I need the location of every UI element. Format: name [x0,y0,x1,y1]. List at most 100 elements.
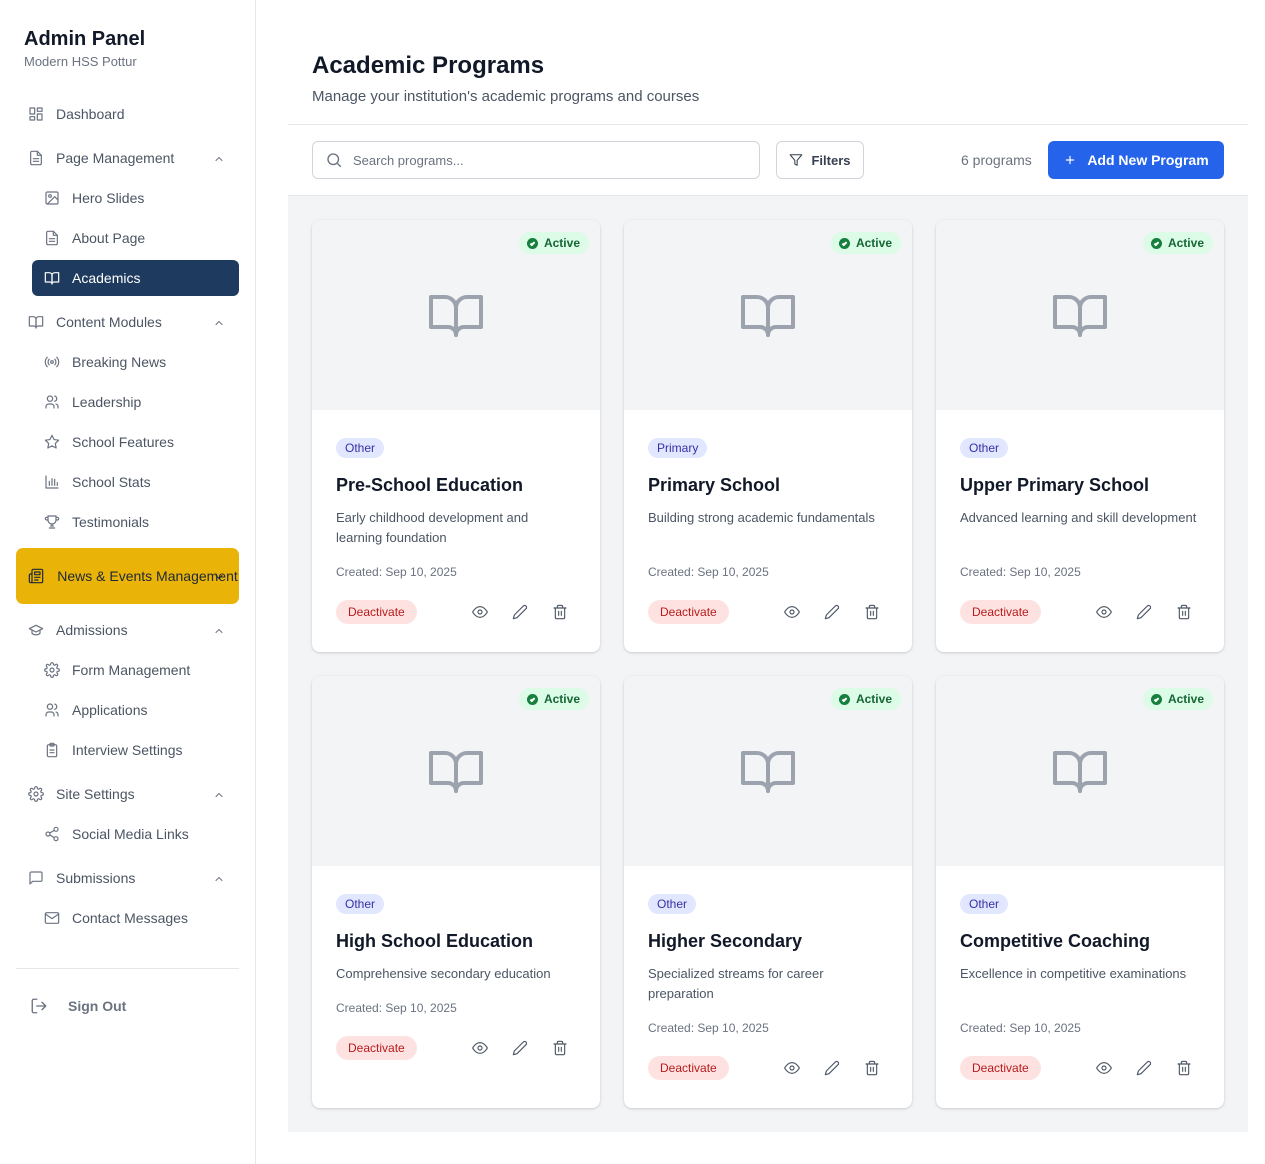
mail-icon [44,910,60,926]
program-count: 6 programs [961,152,1032,168]
message-square-icon [28,870,44,886]
book-open-icon [44,270,60,286]
edit-button[interactable] [510,602,530,622]
sidebar-item-label: Form Management [72,662,191,678]
gear-icon [44,662,60,678]
sidebar-item-content-modules[interactable]: Content Modules [16,304,239,340]
view-button[interactable] [470,1038,490,1058]
delete-button[interactable] [550,602,570,622]
filters-button[interactable]: Filters [776,141,864,179]
eye-icon [784,1062,800,1074]
category-badge: Other [648,894,697,914]
program-description: Comprehensive secondary education [336,966,551,981]
plus-icon [1066,155,1075,165]
sidebar-item-label: Content Modules [56,314,162,330]
program-title: High School Education [336,931,533,951]
sidebar-item-label: Leadership [72,394,142,410]
programs-grid: Active Other Pre-School Education Early … [288,196,1248,1132]
view-button[interactable] [1094,602,1114,622]
eye-icon [784,606,800,618]
trash-icon [1177,1060,1191,1076]
category-badge: Other [960,894,1009,914]
deactivate-button[interactable]: Deactivate [960,600,1041,624]
sidebar-item-news-events[interactable]: News & Events Management [16,548,239,604]
sidebar-item-label: Academics [72,270,141,286]
chevron-up-icon [213,316,225,328]
created-date: Created: Sep 10, 2025 [336,565,457,579]
deactivate-button[interactable]: Deactivate [336,600,417,624]
sidebar-item-label: Applications [72,702,148,718]
sign-out-button[interactable]: Sign Out [24,988,126,1024]
delete-button[interactable] [862,1058,882,1078]
book-open-icon [429,751,483,793]
pencil-icon [512,1040,528,1056]
edit-button[interactable] [822,602,842,622]
book-open-icon [1053,751,1107,793]
program-title: Primary School [648,475,781,495]
view-button[interactable] [1094,1058,1114,1078]
sidebar-item-submissions[interactable]: Submissions [16,860,239,896]
sidebar-item-dashboard[interactable]: Dashboard [16,96,239,132]
edit-button[interactable] [1134,602,1154,622]
category-badge: Other [960,438,1009,458]
sidebar-item-contact-messages[interactable]: Contact Messages [32,900,239,936]
view-button[interactable] [782,1058,802,1078]
book-open-icon [1053,295,1107,337]
bar-chart-icon [44,474,60,490]
edit-button[interactable] [510,1038,530,1058]
status-badge: Active [830,688,901,710]
sidebar-item-admissions[interactable]: Admissions [16,612,239,648]
sidebar-item-school-stats[interactable]: School Stats [32,464,239,500]
status-badge: Active [1142,688,1213,710]
deactivate-button[interactable]: Deactivate [336,1036,417,1060]
pencil-icon [1136,604,1152,620]
check-circle-icon [1150,237,1162,249]
status-badge: Active [830,232,901,254]
sidebar-item-school-features[interactable]: School Features [32,424,239,460]
sidebar-item-label: Admissions [56,622,128,638]
program-description: Advanced learning and skill development [960,510,1197,525]
sidebar-item-breaking-news[interactable]: Breaking News [32,344,239,380]
pencil-icon [1136,1060,1152,1076]
view-button[interactable] [470,602,490,622]
edit-button[interactable] [1134,1058,1154,1078]
book-open-icon [741,751,795,793]
deactivate-button[interactable]: Deactivate [960,1056,1041,1080]
file-text-icon [44,230,60,246]
chevron-up-icon [213,788,225,800]
delete-button[interactable] [1174,1058,1194,1078]
status-label: Active [543,236,580,250]
page-subtitle: Manage your institution's academic progr… [312,88,700,105]
sidebar-item-testimonials[interactable]: Testimonials [32,504,239,540]
add-new-program-button[interactable]: Add New Program [1048,141,1224,179]
status-badge: Active [1142,232,1213,254]
chevron-up-icon [213,872,225,884]
sidebar-item-applications[interactable]: Applications [32,692,239,728]
eye-icon [1096,1062,1112,1074]
sidebar-item-label: School Stats [72,474,151,490]
sidebar-item-site-settings[interactable]: Site Settings [16,776,239,812]
file-text-icon [28,150,44,166]
edit-button[interactable] [822,1058,842,1078]
view-button[interactable] [782,602,802,622]
deactivate-button[interactable]: Deactivate [648,600,729,624]
search-input[interactable] [353,152,733,168]
sidebar-item-academics[interactable]: Academics [32,260,239,296]
delete-button[interactable] [550,1038,570,1058]
check-circle-icon [838,693,850,705]
sidebar-item-interview-settings[interactable]: Interview Settings [32,732,239,768]
sidebar-item-about-page[interactable]: About Page [32,220,239,256]
sidebar-item-leadership[interactable]: Leadership [32,384,239,420]
sidebar-item-page-management[interactable]: Page Management [16,140,239,176]
status-badge: Active [518,688,589,710]
sidebar-item-hero-slides[interactable]: Hero Slides [32,180,239,216]
created-date: Created: Sep 10, 2025 [648,565,769,579]
star-icon [44,434,60,450]
dashboard-icon [28,106,44,122]
delete-button[interactable] [862,602,882,622]
deactivate-button[interactable]: Deactivate [648,1056,729,1080]
status-badge: Active [518,232,589,254]
delete-button[interactable] [1174,602,1194,622]
sidebar-item-form-management[interactable]: Form Management [32,652,239,688]
sidebar-item-social-media-links[interactable]: Social Media Links [32,816,239,852]
